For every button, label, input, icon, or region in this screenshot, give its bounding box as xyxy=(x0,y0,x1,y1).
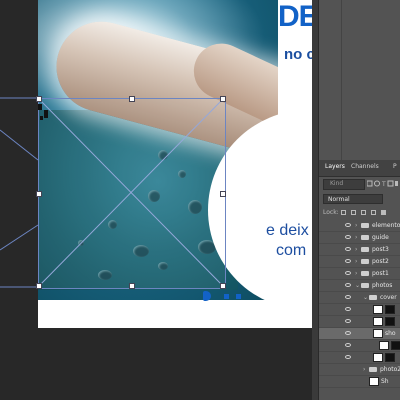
transform-handle[interactable] xyxy=(220,191,226,197)
transform-handle[interactable] xyxy=(129,96,135,102)
layer-thumbnail xyxy=(379,341,389,350)
folder-icon xyxy=(361,271,369,276)
layers-panel: Layers Channels P Kind T Normal Lock: › xyxy=(318,0,400,400)
filter-kind-label: Kind xyxy=(330,180,344,187)
layer-name: Sh xyxy=(381,378,389,385)
visibility-eye-icon[interactable] xyxy=(345,283,351,287)
visibility-eye-icon[interactable] xyxy=(345,307,351,311)
layer-row[interactable]: › guide xyxy=(319,232,400,244)
transform-handle[interactable] xyxy=(36,191,42,197)
panel-tabs: Layers Channels P xyxy=(319,160,400,177)
layer-mask-thumbnail xyxy=(391,341,400,350)
layer-row[interactable] xyxy=(319,316,400,328)
chevron-right-icon[interactable]: › xyxy=(355,258,357,265)
lock-all-icon[interactable] xyxy=(381,210,386,215)
transform-handle[interactable] xyxy=(220,283,226,289)
lock-label: Lock: xyxy=(323,209,339,216)
layer-row[interactable] xyxy=(319,340,400,352)
layer-filter-kind[interactable]: Kind xyxy=(323,179,365,190)
layer-mask-thumbnail xyxy=(385,317,395,326)
lock-transparency-icon[interactable] xyxy=(341,210,346,215)
transform-handle[interactable] xyxy=(220,96,226,102)
layer-row[interactable] xyxy=(319,352,400,364)
visibility-eye-icon[interactable] xyxy=(345,331,351,335)
visibility-eye-icon[interactable] xyxy=(345,247,351,251)
layer-row[interactable]: ⌄ cover xyxy=(319,292,400,304)
layer-name: photo2 xyxy=(380,366,400,373)
filter-icons[interactable]: T xyxy=(367,180,399,188)
chevron-right-icon[interactable]: › xyxy=(355,222,357,229)
transform-handle[interactable] xyxy=(36,283,42,289)
layer-name: post2 xyxy=(372,258,389,265)
layer-row[interactable]: › photo2 xyxy=(319,364,400,376)
transform-handle[interactable] xyxy=(129,283,135,289)
chevron-right-icon[interactable]: › xyxy=(355,270,357,277)
visibility-eye-icon[interactable] xyxy=(345,259,351,263)
layer-row[interactable]: › post3 xyxy=(319,244,400,256)
folder-icon xyxy=(369,367,377,372)
blend-mode-select[interactable]: Normal xyxy=(323,194,383,204)
layer-name: cover xyxy=(380,294,397,301)
layer-name: guide xyxy=(372,234,389,241)
layer-name: sho xyxy=(385,330,396,337)
layer-row[interactable]: Sh xyxy=(319,376,400,388)
layer-mask-thumbnail xyxy=(385,353,395,362)
layer-thumbnail xyxy=(373,329,383,338)
chevron-right-icon[interactable]: › xyxy=(355,234,357,241)
visibility-eye-icon[interactable] xyxy=(345,295,351,299)
visibility-eye-icon[interactable] xyxy=(345,343,351,347)
lock-artboard-icon[interactable] xyxy=(371,210,376,215)
visibility-eye-icon[interactable] xyxy=(345,271,351,275)
layer-name: photos xyxy=(372,282,393,289)
chevron-down-icon[interactable]: ⌄ xyxy=(355,282,360,289)
transform-bounding-box[interactable] xyxy=(36,96,226,289)
layer-thumbnail xyxy=(369,377,379,386)
layer-name: post1 xyxy=(372,270,389,277)
chevron-right-icon[interactable]: › xyxy=(355,246,357,253)
layer-row[interactable]: › post2 xyxy=(319,256,400,268)
visibility-eye-icon[interactable] xyxy=(345,223,351,227)
tab-channels[interactable]: Channels xyxy=(351,163,379,170)
visibility-eye-icon[interactable] xyxy=(345,319,351,323)
visibility-eye-icon[interactable] xyxy=(345,235,351,239)
lock-position-icon[interactable] xyxy=(361,210,366,215)
layer-row[interactable]: ⌄ photos xyxy=(319,280,400,292)
layer-row[interactable] xyxy=(319,304,400,316)
layer-thumbnail xyxy=(373,305,383,314)
chevron-right-icon[interactable]: › xyxy=(363,366,365,373)
visibility-eye-icon[interactable] xyxy=(345,355,351,359)
layer-thumbnail xyxy=(373,317,383,326)
lock-image-icon[interactable] xyxy=(351,210,356,215)
layer-row-selected[interactable]: sho xyxy=(319,328,400,340)
svg-text:T: T xyxy=(381,181,386,188)
folder-icon xyxy=(361,223,369,228)
folder-icon xyxy=(361,283,369,288)
layer-row[interactable]: › elementos xyxy=(319,220,400,232)
layer-mask-thumbnail xyxy=(385,305,395,314)
folder-icon xyxy=(361,235,369,240)
folder-icon xyxy=(369,295,377,300)
folder-icon xyxy=(361,247,369,252)
chevron-down-icon[interactable]: ⌄ xyxy=(363,294,368,301)
tab-layers[interactable]: Layers xyxy=(325,163,345,170)
layer-name: post3 xyxy=(372,246,389,253)
layer-thumbnail xyxy=(373,353,383,362)
folder-icon xyxy=(361,259,369,264)
layers-list: › elementos › guide › post3 › post2 › po… xyxy=(319,220,400,400)
canvas-pasteboard[interactable]: DE no c e deix com xyxy=(0,0,312,400)
layer-row[interactable]: › post1 xyxy=(319,268,400,280)
layer-name: elementos xyxy=(372,222,400,229)
tab-paths[interactable]: P xyxy=(393,163,397,170)
